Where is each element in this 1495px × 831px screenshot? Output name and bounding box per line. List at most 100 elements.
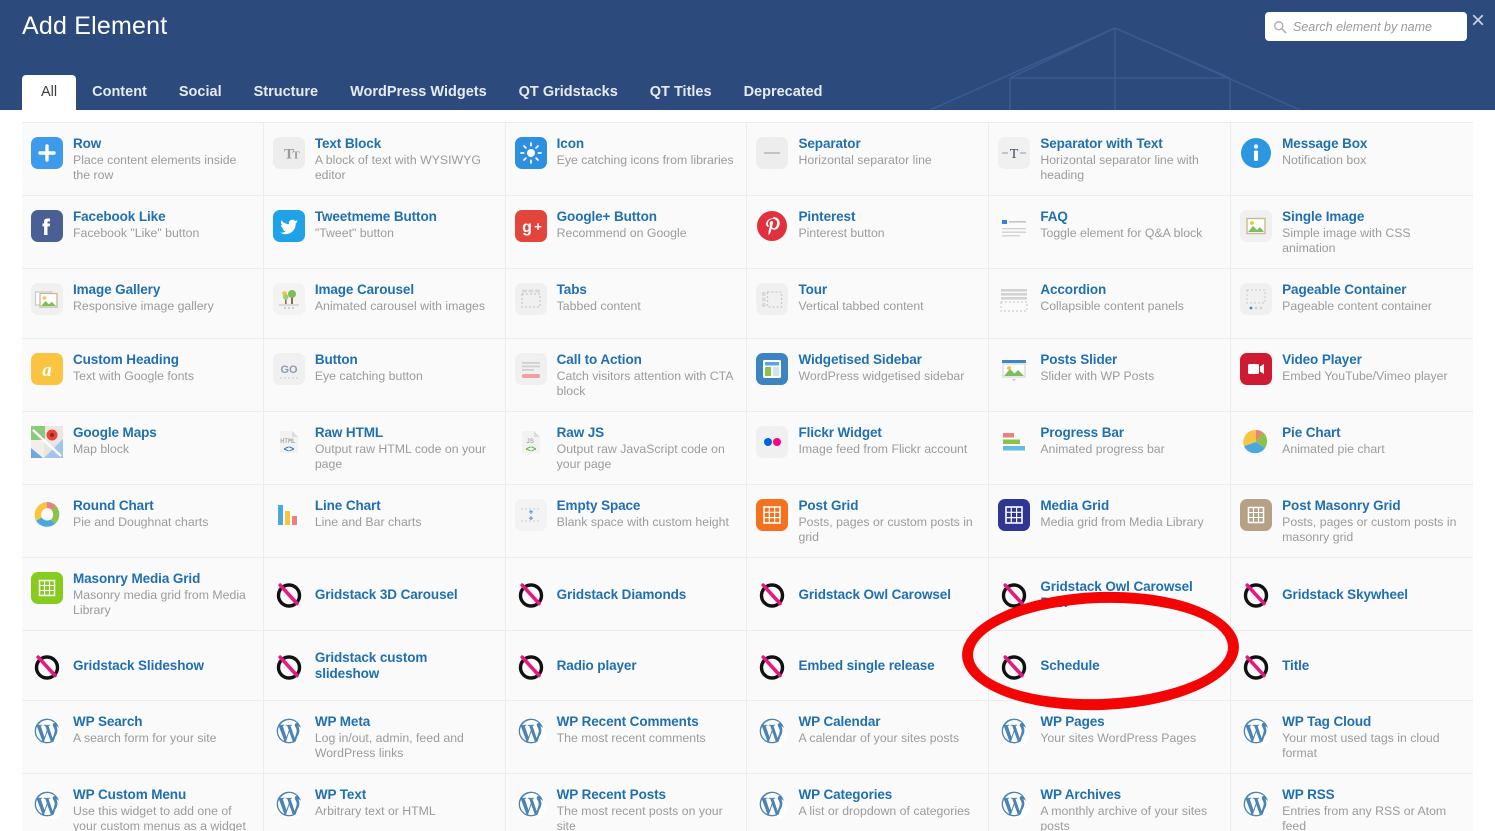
- element-card[interactable]: Empty Space Blank space with custom heigh…: [505, 485, 748, 558]
- element-card[interactable]: Masonry Media Grid Masonry media grid fro…: [22, 558, 264, 631]
- element-description: Posts, pages or custom posts in masonry …: [1282, 515, 1457, 544]
- element-card[interactable]: Radio player: [505, 631, 748, 701]
- element-card[interactable]: Row Place content elements inside the row: [22, 123, 264, 196]
- element-card[interactable]: WP Calendar A calendar of your sites post…: [747, 701, 990, 774]
- element-card[interactable]: Google Maps Map block: [22, 412, 264, 485]
- element-card-text: Google+ Button Recommend on Google: [557, 208, 687, 241]
- wordpress-icon: [998, 788, 1030, 820]
- element-card[interactable]: Title: [1231, 631, 1473, 701]
- element-card[interactable]: Gridstack 3D Carousel: [263, 558, 506, 631]
- element-description: The most recent posts on your site: [556, 804, 723, 831]
- wordpress-icon: [31, 715, 63, 747]
- element-description: WordPress widgetised sidebar: [798, 369, 965, 383]
- element-card[interactable]: Post Grid Posts, pages or custom posts in…: [747, 485, 990, 558]
- element-card[interactable]: WP Recent Posts The most recent posts on …: [505, 774, 748, 831]
- tab-wordpress-widgets[interactable]: WordPress Widgets: [334, 75, 503, 110]
- element-card[interactable]: WP Tag Cloud Your most used tags in cloud…: [1231, 701, 1473, 774]
- element-card[interactable]: Gridstack Skywheel: [1231, 558, 1473, 631]
- element-card[interactable]: Line Chart Line and Bar charts: [263, 485, 506, 558]
- element-card[interactable]: Embed single release: [747, 631, 990, 701]
- element-card[interactable]: WP Search A search form for your site: [22, 701, 264, 774]
- element-title: Call to Action: [556, 352, 642, 367]
- element-card[interactable]: WP Meta Log in/out, admin, feed and WordP…: [263, 701, 506, 774]
- element-card[interactable]: Pie Chart Animated pie chart: [1231, 412, 1473, 485]
- element-card[interactable]: Video Player Embed YouTube/Vimeo player: [1231, 339, 1473, 412]
- element-card[interactable]: Image Gallery Responsive image gallery: [22, 269, 264, 339]
- element-card[interactable]: Message Box Notification box: [1231, 123, 1473, 196]
- element-card[interactable]: Posts Slider Slider with WP Posts: [989, 339, 1232, 412]
- element-card[interactable]: Schedule: [989, 631, 1232, 701]
- element-card[interactable]: Call to Action Catch visitors attention w…: [505, 339, 748, 412]
- element-card[interactable]: T T Text Block A block of text with WYSIWYG…: [263, 123, 506, 196]
- search-box[interactable]: [1265, 12, 1467, 41]
- element-card[interactable]: Gridstack custom slideshow: [263, 631, 506, 701]
- element-card[interactable]: Widgetised Sidebar WordPress widgetised s…: [747, 339, 990, 412]
- tab-qt-titles[interactable]: QT Titles: [634, 75, 728, 110]
- element-card-text: Progress Bar Animated progress bar: [1040, 424, 1164, 457]
- element-card-text: Pie Chart Animated pie chart: [1282, 424, 1385, 457]
- element-card-text: Image Gallery Responsive image gallery: [73, 281, 214, 314]
- element-card[interactable]: WP Archives A monthly archive of your sit…: [989, 774, 1232, 831]
- element-card[interactable]: WP Recent Comments The most recent commen…: [505, 701, 748, 774]
- image-carousel-icon: [272, 283, 305, 315]
- element-card[interactable]: Progress Bar Animated progress bar: [989, 412, 1232, 485]
- raw-html-icon: HTML <>: [273, 426, 305, 458]
- element-card[interactable]: FAQ Toggle element for Q&A block: [989, 196, 1232, 269]
- element-card[interactable]: Tweetmeme Button "Tweet" button: [263, 196, 506, 269]
- element-card[interactable]: Gridstack Diamonds: [505, 558, 748, 631]
- element-card[interactable]: Icon Eye catching icons from libraries: [505, 123, 748, 196]
- element-title: Image Gallery: [73, 282, 161, 297]
- tab-deprecated[interactable]: Deprecated: [728, 75, 839, 110]
- element-card[interactable]: Tour Vertical tabbed content: [747, 269, 990, 339]
- element-card[interactable]: Separator Horizontal separator line: [747, 123, 990, 196]
- element-card[interactable]: WP Text Arbitrary text or HTML: [263, 774, 506, 831]
- element-card[interactable]: Tabs Tabbed content: [505, 269, 748, 339]
- media-grid-icon: [998, 499, 1031, 531]
- tab-structure[interactable]: Structure: [238, 75, 334, 110]
- element-card-text: Row Place content elements inside the row: [73, 135, 253, 183]
- element-title: Facebook Like: [73, 209, 166, 224]
- element-card[interactable]: GO Button Eye catching button: [263, 339, 506, 412]
- tab-content[interactable]: Content: [76, 75, 163, 110]
- element-title: Widgetised Sidebar: [798, 352, 922, 367]
- search-input[interactable]: [1293, 19, 1459, 34]
- gridstack-icon: [273, 578, 305, 610]
- svg-text:GO: GO: [280, 364, 298, 376]
- element-card[interactable]: Pinterest Pinterest button: [747, 196, 990, 269]
- element-card[interactable]: Image Carousel Animated carousel with ima…: [263, 269, 506, 339]
- element-card[interactable]: HTML <> Raw HTML Output raw HTML code on yo…: [263, 412, 506, 485]
- close-icon[interactable]: ×: [1465, 8, 1491, 34]
- element-title: Google Maps: [73, 425, 157, 440]
- element-card[interactable]: Post Masonry Grid Posts, pages or custom …: [1231, 485, 1473, 558]
- element-card[interactable]: WP Pages Your sites WordPress Pages: [989, 701, 1232, 774]
- tab-qt-gridstacks[interactable]: QT Gridstacks: [503, 75, 634, 110]
- element-card[interactable]: Gridstack Slideshow: [22, 631, 264, 701]
- gridstack-icon: [31, 650, 63, 682]
- tab-all[interactable]: All: [22, 75, 77, 110]
- element-card[interactable]: a Custom Heading Text with Google fonts: [22, 339, 264, 412]
- element-card[interactable]: JS <> Raw JS Output raw JavaScript code on …: [505, 412, 748, 485]
- element-card[interactable]: WP Categories A list or dropdown of categ…: [747, 774, 990, 831]
- element-card[interactable]: WP RSS Entries from any RSS or Atom feed: [1231, 774, 1473, 831]
- element-card[interactable]: Round Chart Pie and Doughnat charts: [22, 485, 264, 558]
- element-card[interactable]: Gridstack Owl Carowsel Row: [989, 558, 1232, 631]
- element-title: Separator with Text: [1040, 136, 1163, 151]
- tab-social[interactable]: Social: [163, 75, 238, 110]
- element-title: Schedule: [1040, 658, 1100, 673]
- element-card-text: Line Chart Line and Bar charts: [315, 497, 422, 530]
- element-card[interactable]: Single Image Simple image with CSS animat…: [1231, 196, 1473, 269]
- element-card[interactable]: T Separator with Text Horizontal separator…: [989, 123, 1232, 196]
- element-card-text: Icon Eye catching icons from libraries: [557, 135, 734, 168]
- element-card[interactable]: Media Grid Media grid from Media Library: [989, 485, 1232, 558]
- element-card[interactable]: g + Google+ Button Recommend on Google: [505, 196, 748, 269]
- element-card[interactable]: WP Custom Menu Use this widget to add one…: [22, 774, 264, 831]
- element-card[interactable]: Gridstack Owl Carowsel: [747, 558, 990, 631]
- element-card[interactable]: Accordion Collapsible content panels: [989, 269, 1232, 339]
- element-card-text: WP Meta Log in/out, admin, feed and WordP…: [315, 713, 495, 761]
- element-card[interactable]: Pageable Container Pageable content conta…: [1231, 269, 1473, 339]
- element-description: Notification box: [1282, 153, 1367, 167]
- element-title: Tour: [798, 282, 828, 297]
- element-title: Google+ Button: [556, 209, 657, 224]
- element-card[interactable]: Facebook Like Facebook "Like" button: [22, 196, 264, 269]
- element-card[interactable]: Flickr Widget Image feed from Flickr acco…: [747, 412, 990, 485]
